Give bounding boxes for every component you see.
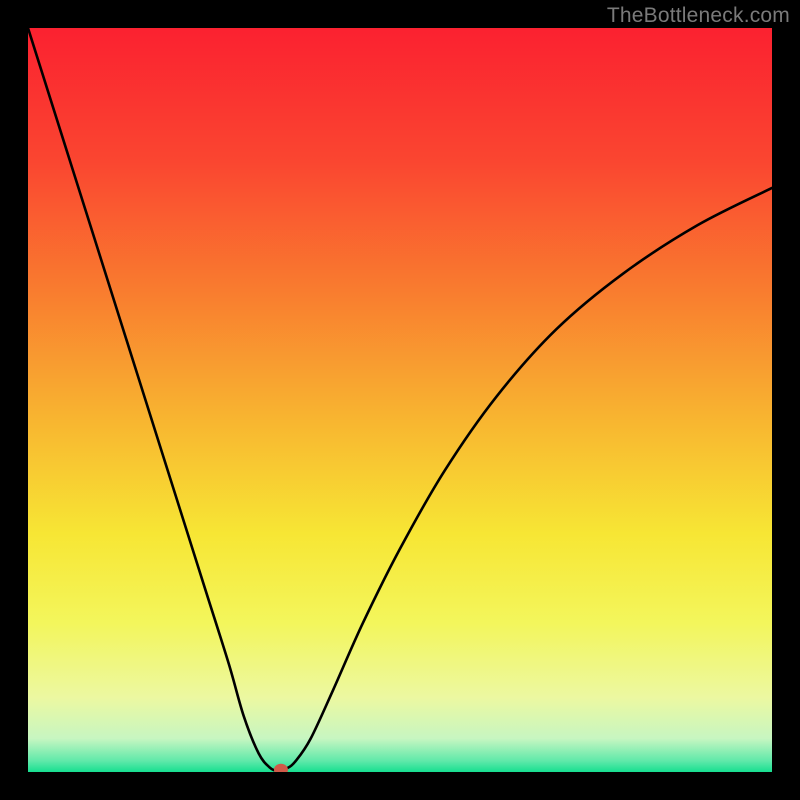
watermark-text: TheBottleneck.com — [607, 4, 790, 28]
chart-background — [28, 28, 772, 772]
bottleneck-chart — [28, 28, 772, 772]
chart-frame — [28, 28, 772, 772]
